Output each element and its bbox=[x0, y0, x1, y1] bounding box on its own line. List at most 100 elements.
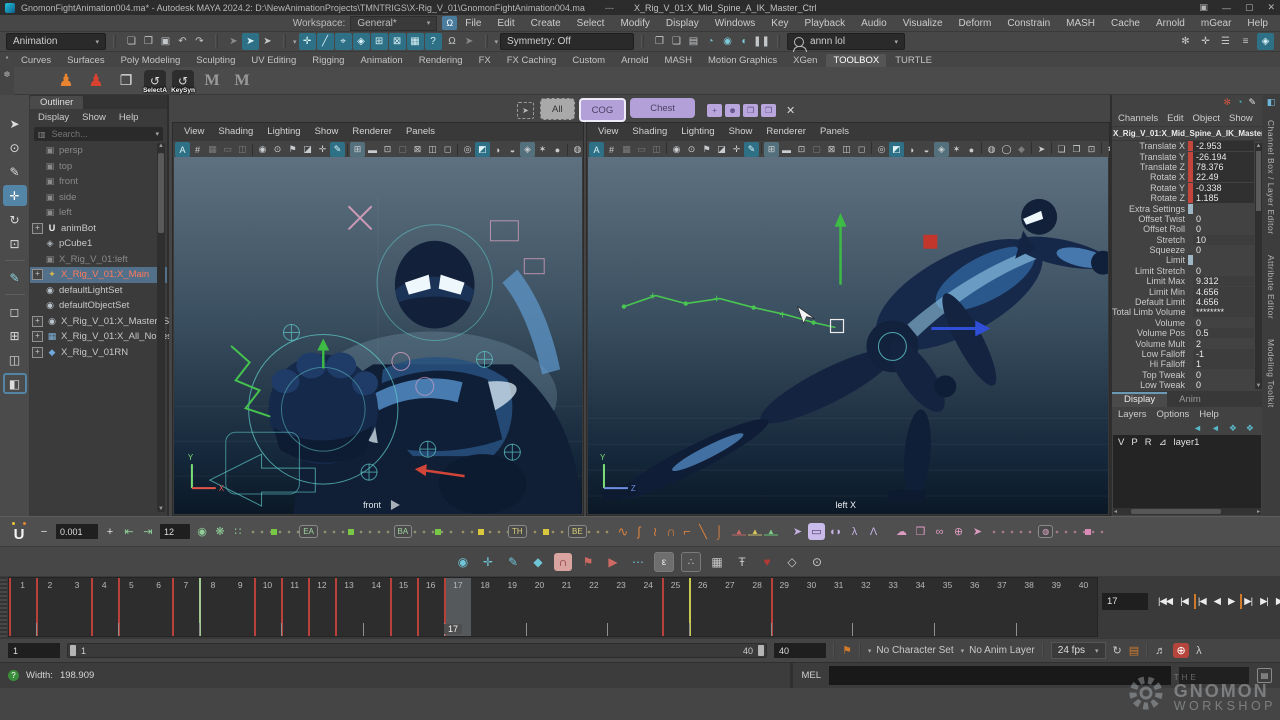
open-scene-icon[interactable]: ❒ bbox=[140, 33, 157, 50]
outliner-menu-item[interactable]: Display bbox=[38, 112, 69, 123]
shelf-tab[interactable]: TURTLE bbox=[888, 54, 939, 67]
notification-slider[interactable]: ◍ bbox=[991, 524, 1109, 539]
layout-outliner-persp-icon[interactable]: ◧ bbox=[3, 373, 27, 394]
channel-attribute-row[interactable]: Top Tweak 0 bbox=[1112, 370, 1254, 380]
channel-attribute-row[interactable]: Offset Roll 0 bbox=[1112, 224, 1254, 234]
textured-icon[interactable]: ⊡ bbox=[380, 142, 395, 157]
timeline-frame[interactable]: 16 bbox=[417, 578, 444, 636]
save-scene-icon[interactable]: ▣ bbox=[157, 33, 174, 50]
attribute-editor-toggle-icon[interactable]: ≡ bbox=[1237, 33, 1254, 50]
timeline-frame[interactable]: 13 bbox=[335, 578, 362, 636]
tools-icon[interactable]: Ŧ bbox=[733, 553, 751, 571]
channel-box-menu-item[interactable]: Channels bbox=[1118, 113, 1158, 124]
attribute-value[interactable]: 4.656 bbox=[1193, 297, 1254, 307]
screen-space-ao-icon[interactable]: ◻ bbox=[440, 142, 455, 157]
channel-attribute-row[interactable]: Volume 0 bbox=[1112, 318, 1254, 328]
slider-handle[interactable] bbox=[478, 529, 484, 535]
timeline-frame[interactable]: 4 bbox=[91, 578, 118, 636]
outliner-item[interactable]: ◉ defaultLightSet bbox=[30, 283, 167, 299]
attribute-value[interactable]: 0 bbox=[1193, 224, 1254, 234]
make-live-icon[interactable]: ⊠ bbox=[389, 33, 406, 50]
viewport-menu-item[interactable]: View bbox=[591, 126, 625, 137]
last-tool-pencil-icon[interactable]: ✎ bbox=[3, 267, 27, 288]
film-gate-icon[interactable]: ▭ bbox=[220, 142, 235, 157]
viewport-canvas-left-cam[interactable]: Y Z left X bbox=[588, 157, 1108, 514]
character-controls-icon[interactable]: ✛ bbox=[1197, 33, 1214, 50]
scroll-up-icon[interactable]: ▲ bbox=[157, 143, 165, 149]
timeline-frame[interactable]: 30 bbox=[798, 578, 825, 636]
shaded-icon[interactable]: ▬ bbox=[779, 142, 794, 157]
search-input[interactable] bbox=[50, 128, 152, 140]
shelf-item-menu-icon[interactable]: ✽ bbox=[4, 70, 11, 79]
expand-icon[interactable] bbox=[32, 223, 43, 234]
channel-attribute-row[interactable]: Limit Stretch 0 bbox=[1112, 266, 1254, 276]
channel-attribute-row[interactable]: Offset Twist 0 bbox=[1112, 214, 1254, 224]
shelf-tab[interactable]: Animation bbox=[353, 54, 409, 67]
xray-icon[interactable]: ◩ bbox=[889, 142, 904, 157]
clapper-icon[interactable]: ▤ bbox=[1129, 644, 1139, 657]
bookmark-view-icon[interactable]: ⚑ bbox=[699, 142, 714, 157]
shelf-tab-menu-icon[interactable]: ▪ bbox=[6, 53, 9, 62]
mel-command-input[interactable] bbox=[829, 666, 1171, 685]
menu-item[interactable]: Playback bbox=[797, 17, 854, 30]
mel-result-field[interactable] bbox=[1179, 667, 1249, 684]
attribute-value[interactable]: 9.312 bbox=[1193, 276, 1254, 286]
mirror-pose-icon[interactable]: ◖◗ bbox=[827, 523, 844, 540]
screen-space-ao-icon[interactable]: ◻ bbox=[854, 142, 869, 157]
layer-row[interactable]: V P R ⊿ layer1 bbox=[1113, 435, 1261, 450]
group-separator[interactable] bbox=[777, 34, 780, 49]
timeline-frame[interactable]: 24 bbox=[635, 578, 662, 636]
expand-icon[interactable] bbox=[32, 316, 43, 327]
anti-alias-icon[interactable]: ◆ bbox=[1014, 142, 1029, 157]
channel-attribute-row[interactable]: Hi Falloff 1 bbox=[1112, 359, 1254, 369]
outliner-title[interactable]: Outliner bbox=[30, 96, 83, 109]
plugin-shading-icon[interactable]: ◈ bbox=[934, 142, 949, 157]
expand-icon[interactable] bbox=[32, 347, 43, 358]
film-gate-icon[interactable]: ▭ bbox=[634, 142, 649, 157]
xray-joints-icon[interactable]: ◒ bbox=[919, 142, 934, 157]
timeline-frame[interactable]: 29 bbox=[771, 578, 798, 636]
arc-tracker-icon[interactable]: ∩ bbox=[554, 553, 572, 571]
grease-pencil-icon[interactable]: ✎ bbox=[330, 142, 345, 157]
group-separator[interactable] bbox=[485, 34, 488, 49]
viewport-menu-item[interactable]: View bbox=[177, 126, 211, 137]
animation-end-field[interactable]: 40 bbox=[774, 643, 826, 658]
channel-attribute-row[interactable]: Rotate Z 1.185 bbox=[1112, 193, 1254, 203]
pen-tool-icon[interactable]: ✎ bbox=[504, 553, 522, 571]
attribute-value[interactable]: 1 bbox=[1193, 359, 1254, 369]
range-end-grip[interactable] bbox=[758, 645, 764, 656]
attribute-value[interactable] bbox=[1193, 255, 1254, 265]
viewport-menu-item[interactable]: Show bbox=[722, 126, 760, 137]
timeline-frame[interactable]: 18 bbox=[471, 578, 498, 636]
move-tool-icon[interactable]: ✛ bbox=[3, 185, 27, 206]
range-slider[interactable]: 1 40 bbox=[67, 643, 767, 658]
symmetry-selector[interactable]: Symmetry: Off bbox=[500, 33, 634, 50]
viewport-menu-item[interactable]: Panels bbox=[813, 126, 856, 137]
menu-item[interactable]: Cache bbox=[1103, 17, 1148, 30]
gate-mask-icon[interactable]: ◫ bbox=[235, 142, 250, 157]
timeline-frame[interactable]: 31 bbox=[825, 578, 852, 636]
channel-attribute-row[interactable]: Limit Max 9.312 bbox=[1112, 276, 1254, 286]
attribute-value[interactable]: 4.656 bbox=[1193, 287, 1254, 297]
channel-attribute-row[interactable]: Low Tweak 0 bbox=[1112, 380, 1254, 390]
scroll-right-icon[interactable]: ▸ bbox=[1257, 508, 1260, 515]
menu-item[interactable]: Constrain bbox=[999, 17, 1058, 30]
select-highlight-icon[interactable]: A bbox=[589, 142, 604, 157]
occlusion-icon[interactable]: ◍ bbox=[570, 142, 585, 157]
step-forward-key-button[interactable]: ▶| bbox=[1240, 594, 1254, 609]
layer-editor-menu-item[interactable]: Help bbox=[1199, 409, 1219, 420]
tear-off-icon[interactable]: ❐ bbox=[1069, 142, 1084, 157]
magnifier-icon[interactable] bbox=[3, 397, 27, 418]
viewport-menu-item[interactable]: Panels bbox=[399, 126, 442, 137]
shaded-icon[interactable]: ▬ bbox=[365, 142, 380, 157]
toon-shading-icon[interactable]: ◉ bbox=[719, 33, 736, 50]
move-layer-down-icon[interactable]: ◄ bbox=[1211, 423, 1220, 434]
tween-minus-button[interactable]: − bbox=[37, 526, 51, 538]
time-slider-handle[interactable] bbox=[0, 577, 7, 637]
layer-playback-toggle[interactable]: P bbox=[1131, 437, 1137, 448]
channel-attribute-row[interactable]: Low Falloff -1 bbox=[1112, 349, 1254, 359]
xray-active-components-icon[interactable]: ◑ bbox=[904, 142, 919, 157]
outliner-item[interactable]: ▣ persp bbox=[30, 143, 167, 159]
outliner-menu-item[interactable]: Show bbox=[82, 112, 106, 123]
channel-attribute-row[interactable]: Translate Y -26.194 bbox=[1112, 151, 1254, 161]
